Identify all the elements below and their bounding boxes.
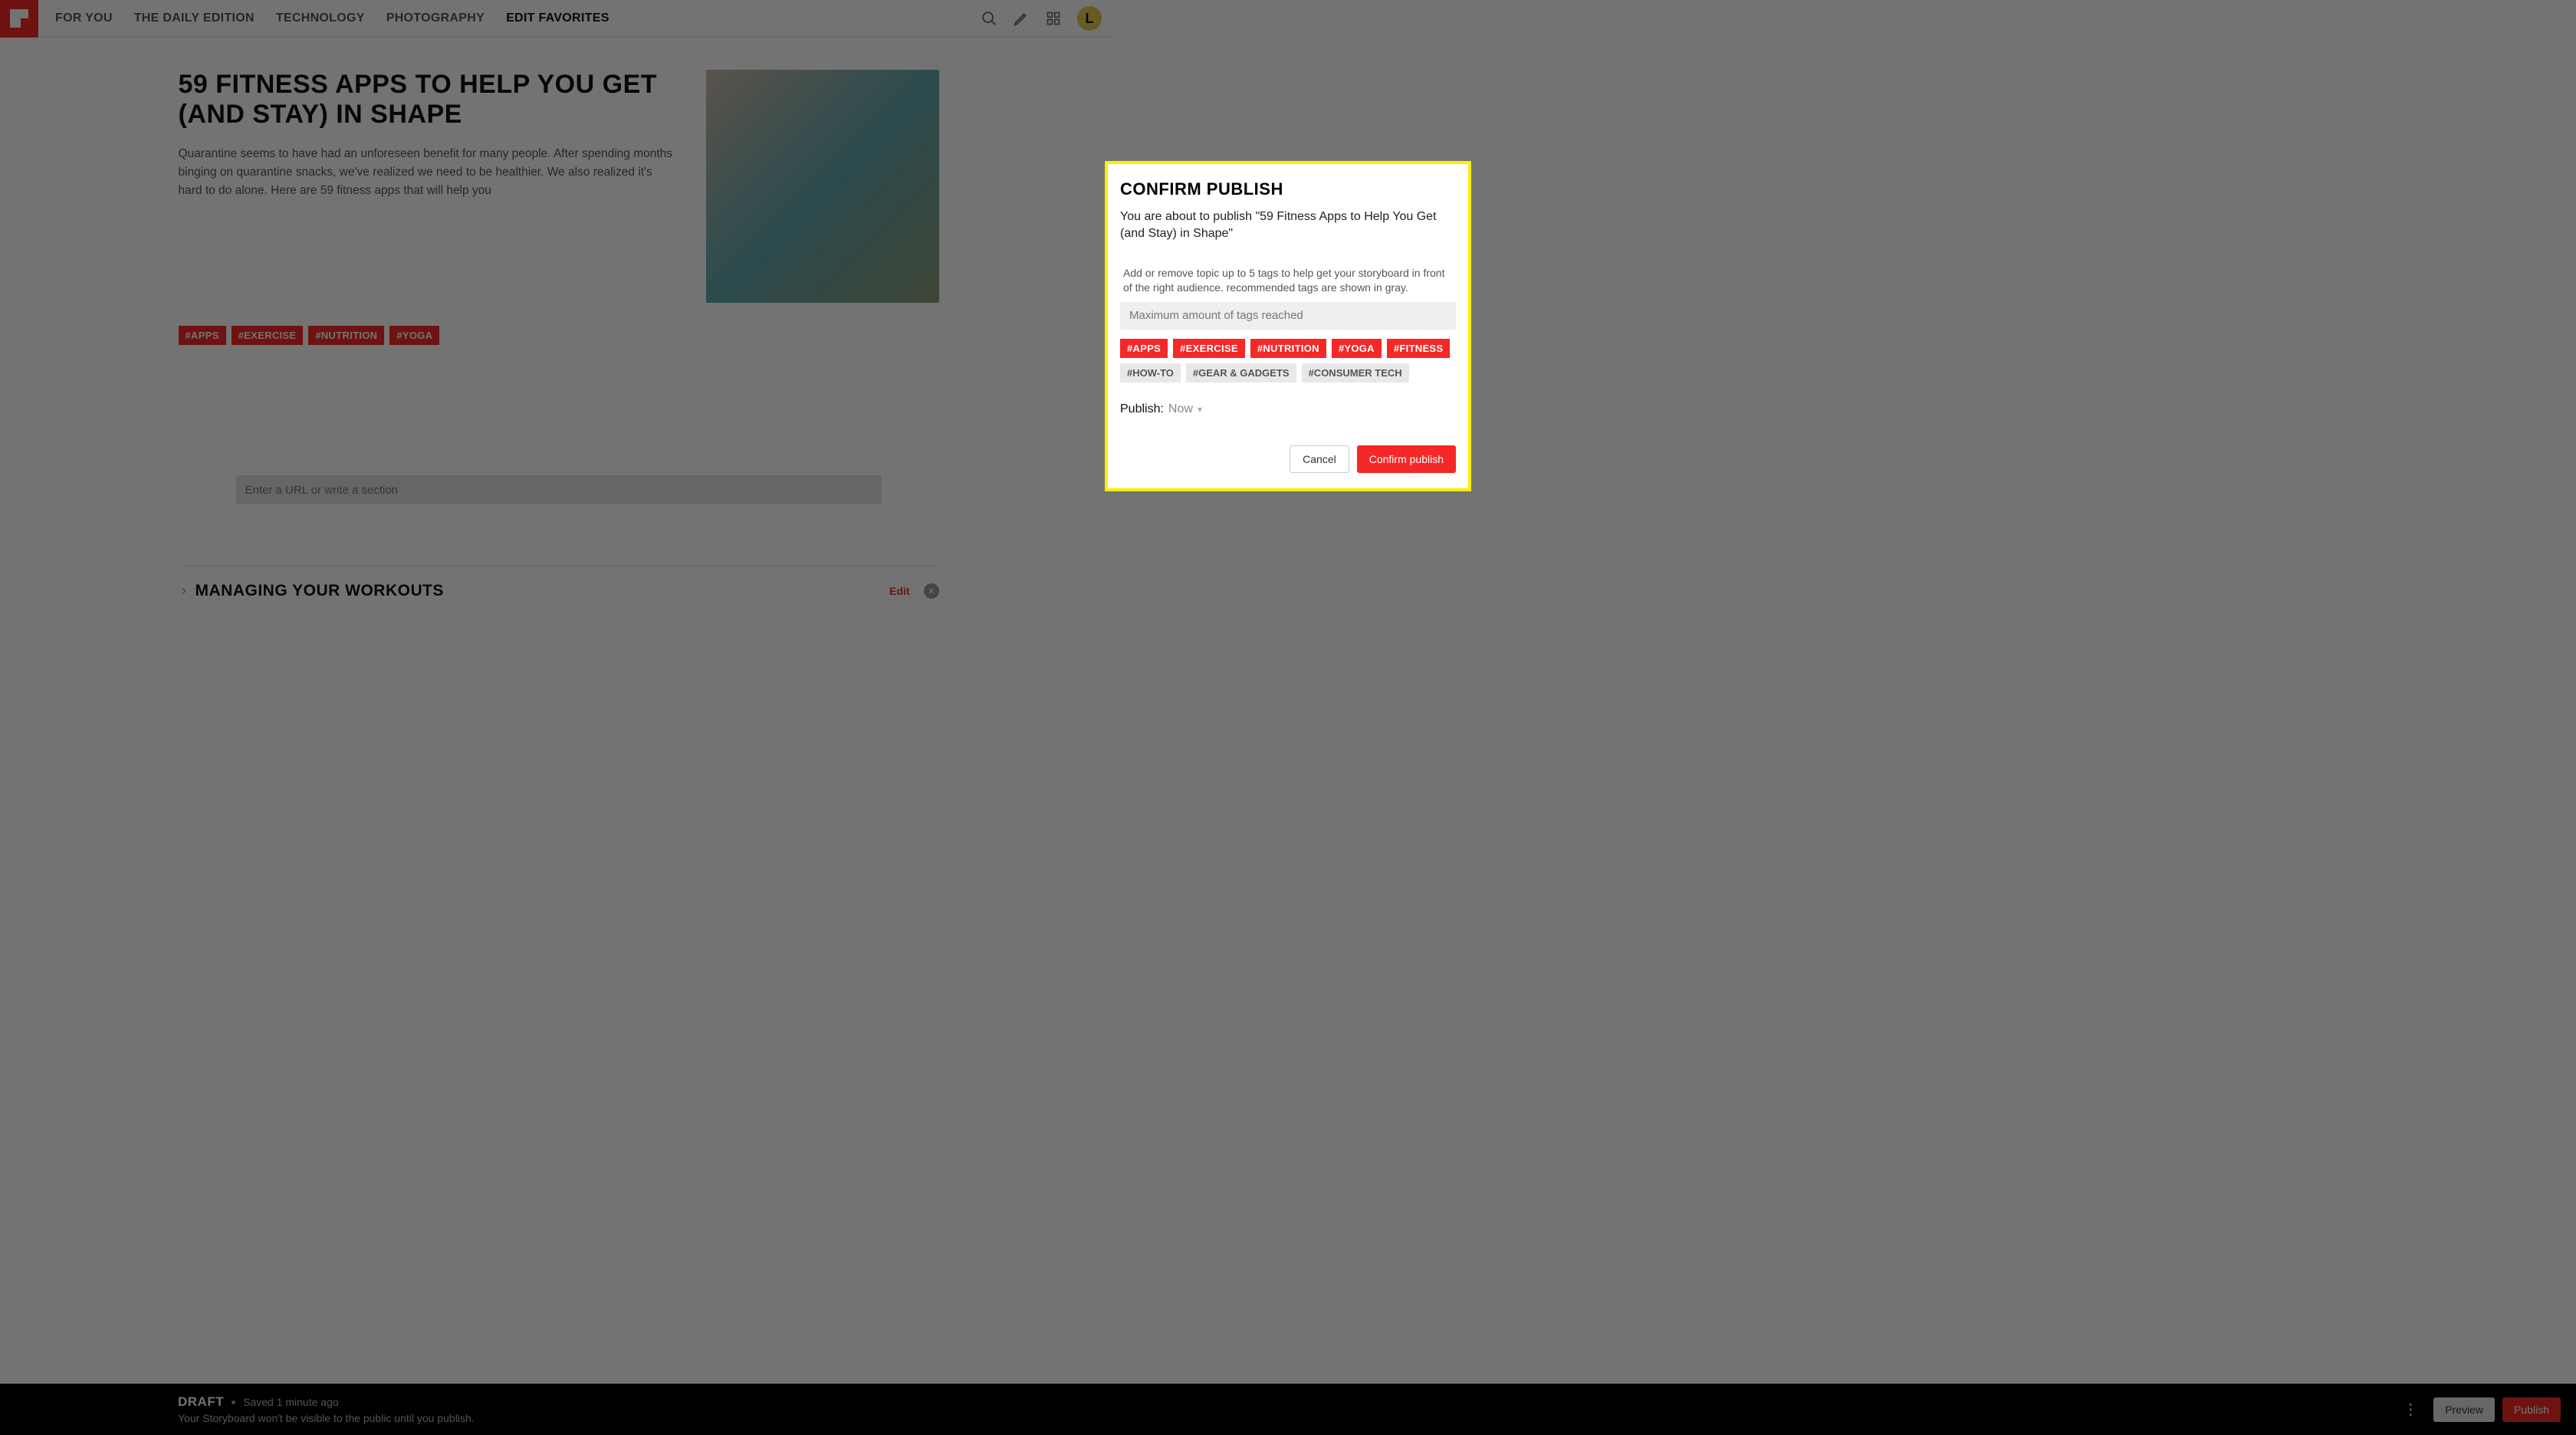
modal-help-text: Add or remove topic up to 5 tags to help…	[1120, 266, 1456, 296]
modal-tags: #APPS #EXERCISE #NUTRITION #YOGA #FITNES…	[1120, 339, 1456, 383]
modal-title: CONFIRM PUBLISH	[1120, 179, 1456, 199]
modal-tag-consumer-tech[interactable]: #CONSUMER TECH	[1302, 363, 1409, 383]
modal-tag-fitness[interactable]: #FITNESS	[1387, 339, 1451, 358]
modal-tag-gear[interactable]: #GEAR & GADGETS	[1186, 363, 1296, 383]
chevron-down-icon: ▾	[1198, 404, 1202, 415]
cancel-button[interactable]: Cancel	[1290, 445, 1349, 473]
modal-tag-yoga[interactable]: #YOGA	[1332, 339, 1382, 358]
modal-subtitle: You are about to publish "59 Fitness App…	[1120, 209, 1456, 243]
modal-tag-howto[interactable]: #HOW-TO	[1120, 363, 1181, 383]
modal-tag-nutrition[interactable]: #NUTRITION	[1250, 339, 1326, 358]
confirm-publish-dialog: CONFIRM PUBLISH You are about to publish…	[1105, 161, 1471, 491]
publish-schedule-label: Publish:	[1120, 402, 1164, 416]
publish-schedule-value: Now	[1168, 402, 1193, 416]
tag-input	[1120, 302, 1456, 330]
modal-tag-apps[interactable]: #APPS	[1120, 339, 1168, 358]
confirm-publish-button[interactable]: Confirm publish	[1357, 445, 1456, 473]
modal-overlay[interactable]: CONFIRM PUBLISH You are about to publish…	[0, 0, 2576, 1435]
publish-schedule-row[interactable]: Publish: Now ▾	[1120, 402, 1456, 416]
modal-tag-exercise[interactable]: #EXERCISE	[1173, 339, 1245, 358]
